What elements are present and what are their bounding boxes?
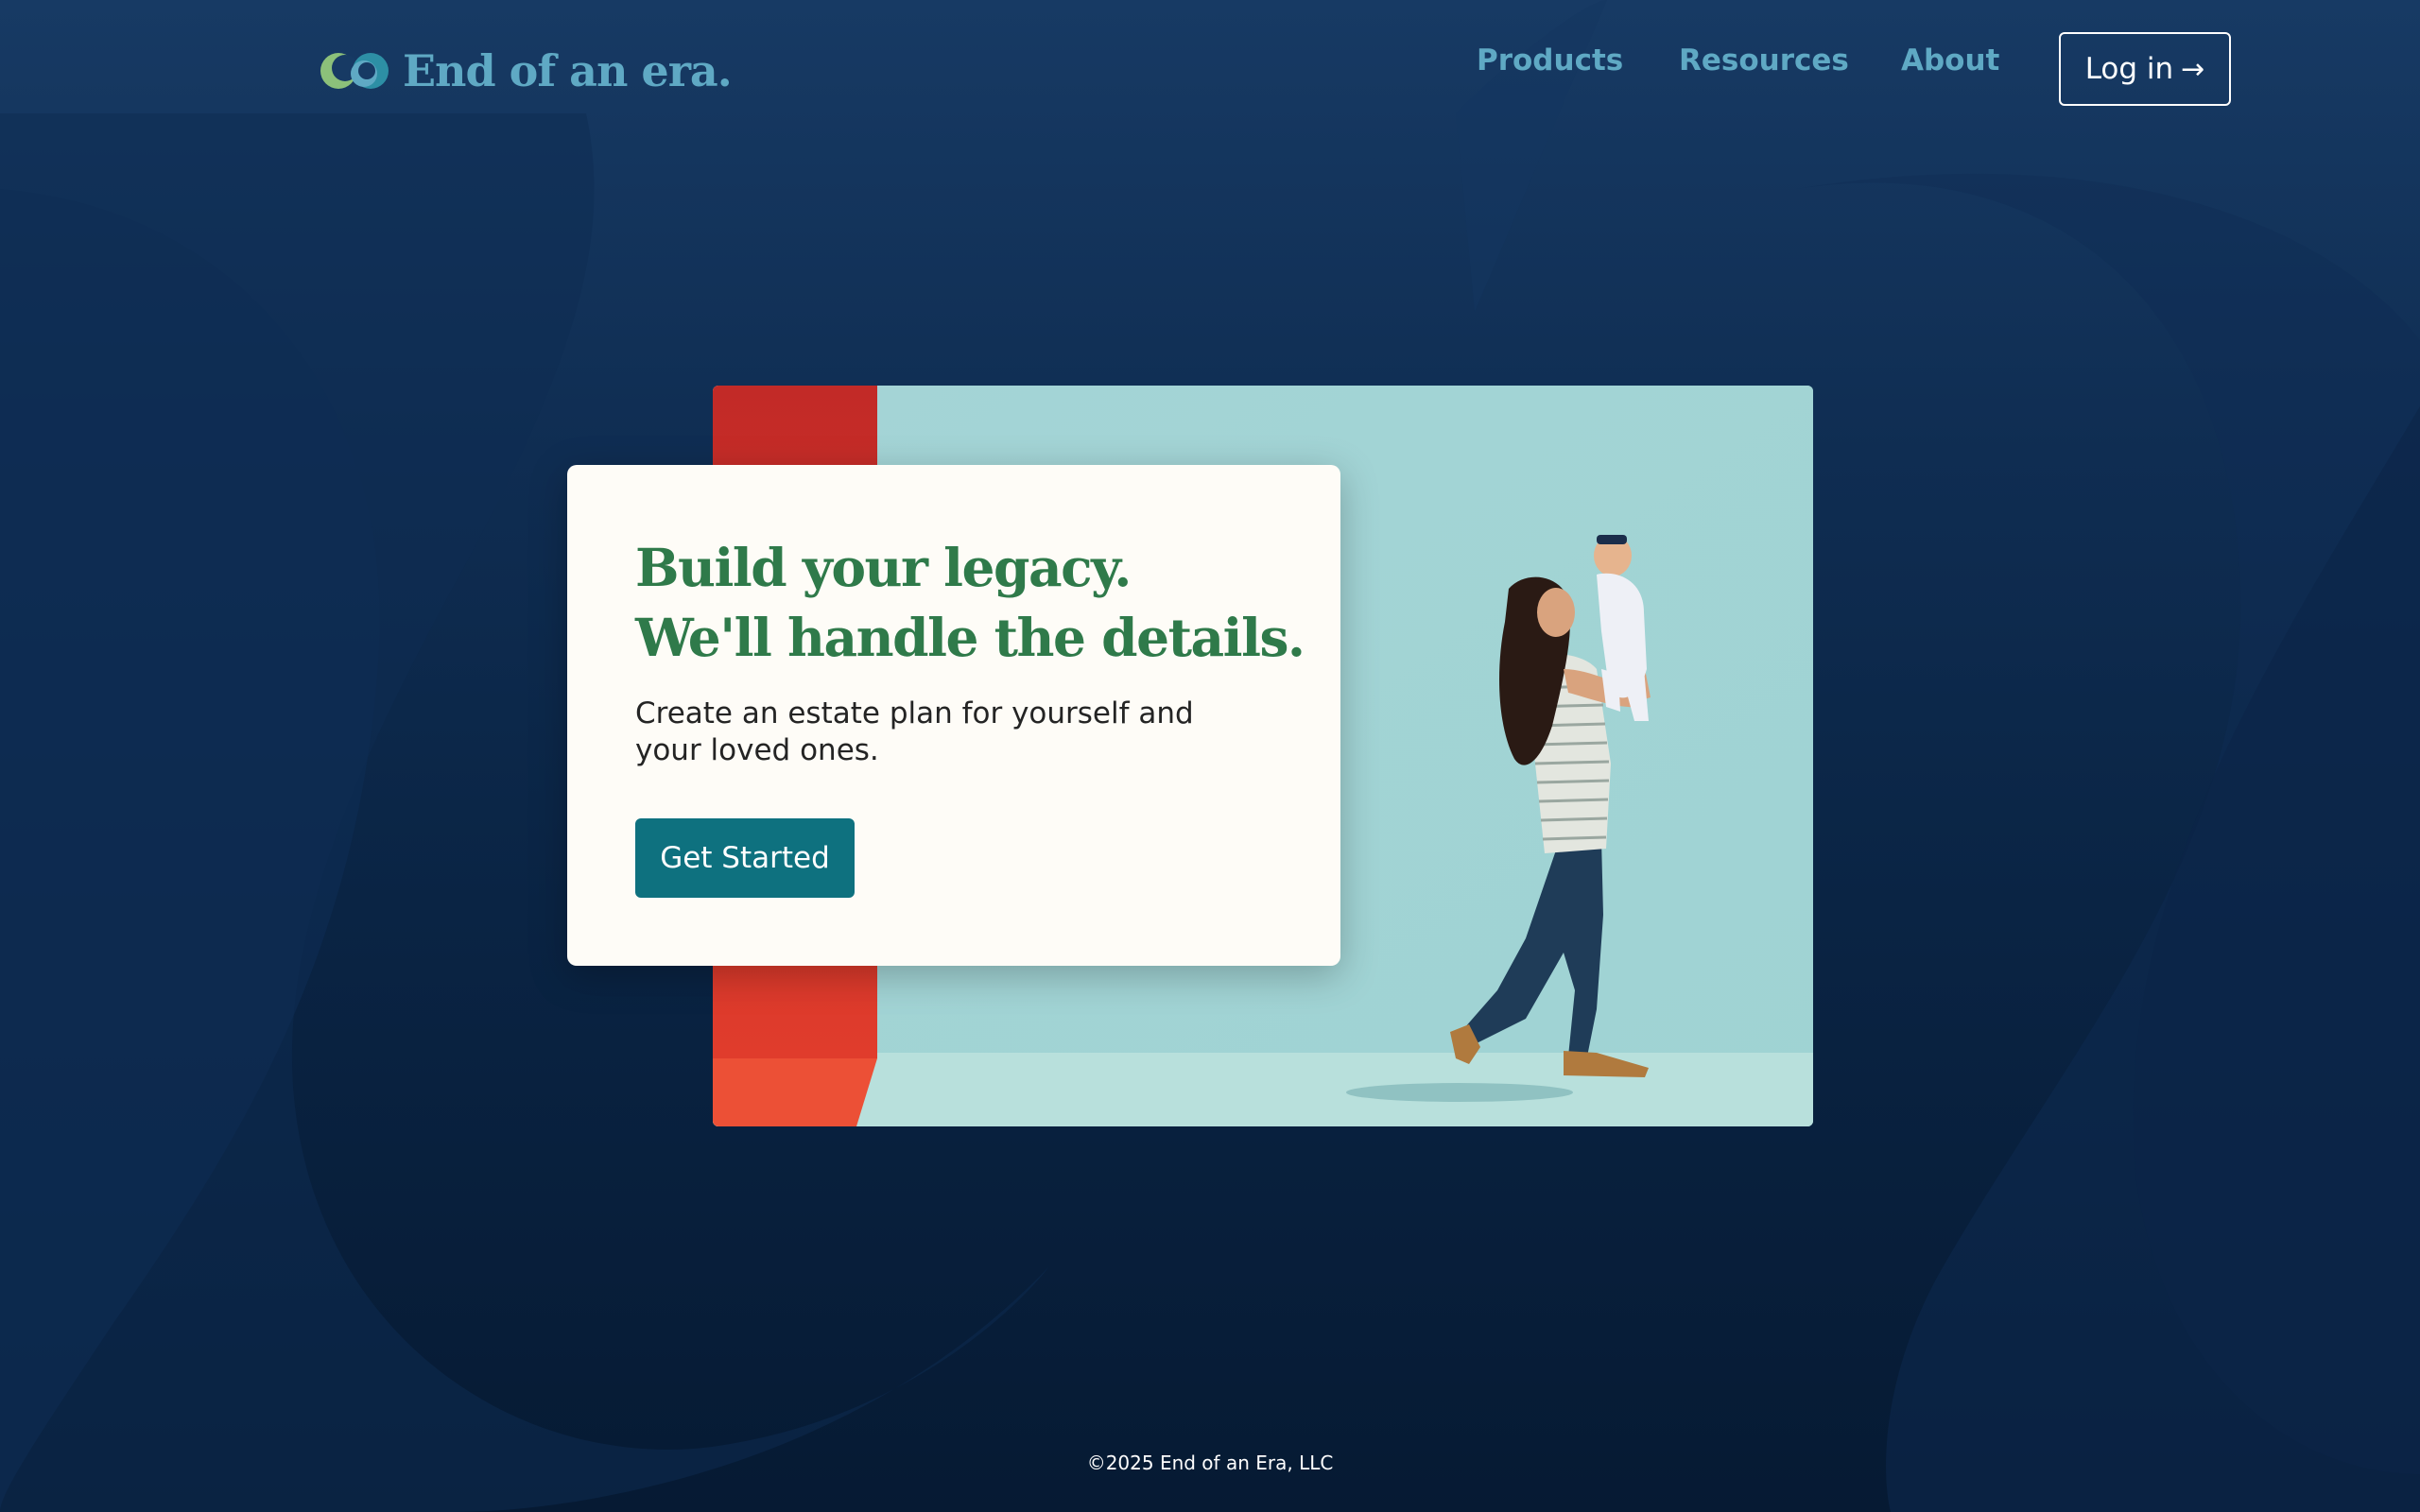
nav-about-link[interactable]: About: [1901, 43, 1999, 77]
arrow-right-icon: →: [2181, 52, 2205, 86]
get-started-label: Get Started: [660, 841, 830, 875]
site-header: End of an era. Products Resources About …: [0, 0, 2420, 142]
get-started-button[interactable]: Get Started: [635, 818, 855, 898]
hero-card: Build your legacy. We'll handle the deta…: [567, 465, 1340, 966]
brand-name: End of an era.: [403, 45, 733, 96]
login-label: Log in: [2084, 52, 2174, 86]
hero-headline-line-2: We'll handle the details.: [635, 607, 1305, 668]
brand-logo[interactable]: End of an era.: [320, 42, 733, 100]
footer-copyright: ©2025 End of an Era, LLC: [1086, 1452, 1334, 1474]
hero-subtitle: Create an estate plan for yourself and y…: [635, 696, 1194, 767]
hero-headline: Build your legacy. We'll handle the deta…: [635, 533, 1316, 673]
infinity-loop-logo-icon: [320, 53, 389, 89]
login-button[interactable]: Log in →: [2059, 32, 2231, 106]
hero-headline-line-1: Build your legacy.: [635, 537, 1132, 598]
nav-products-link[interactable]: Products: [1477, 43, 1623, 77]
nav-resources-link[interactable]: Resources: [1679, 43, 1849, 77]
